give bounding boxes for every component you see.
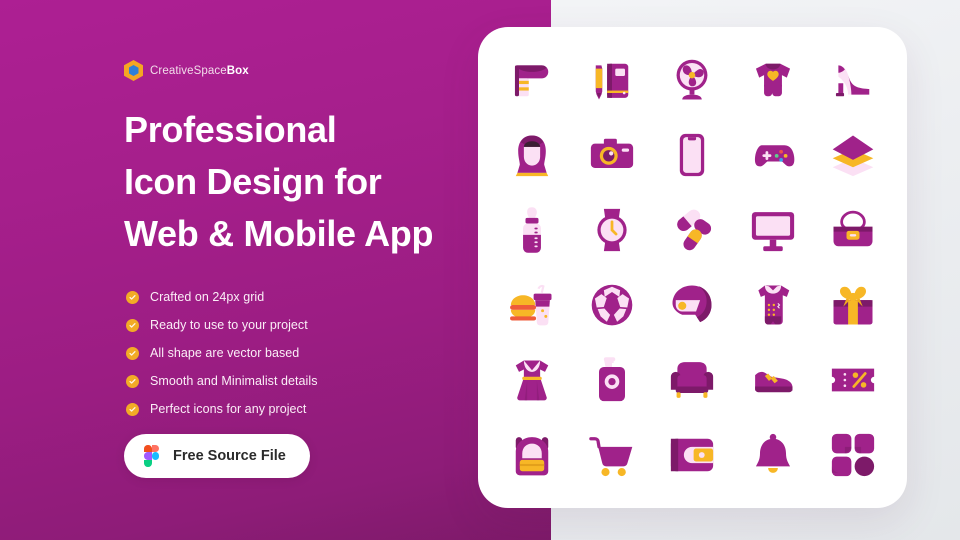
brand-name: CreativeSpaceBox xyxy=(150,65,249,77)
hijab-woman-icon xyxy=(515,135,549,177)
page-title: Professional Icon Design for Web & Mobil… xyxy=(124,104,524,260)
icon-cell-soap-dispenser[interactable] xyxy=(572,342,652,417)
icon-cell-hair-dryer[interactable] xyxy=(492,43,572,118)
layers-icon xyxy=(832,135,874,177)
icon-cell-game-controller[interactable] xyxy=(733,118,813,193)
feature-list: Crafted on 24px grid Ready to use to you… xyxy=(126,283,318,423)
icon-cell-wristwatch[interactable] xyxy=(572,193,652,268)
icon-cell-notification-bell[interactable] xyxy=(733,417,813,492)
check-circle-icon xyxy=(126,318,139,332)
icon-cell-table-fan[interactable] xyxy=(652,43,732,118)
list-item: Ready to use to your project xyxy=(126,311,318,339)
gift-box-icon xyxy=(833,286,873,325)
icon-cell-dress[interactable] xyxy=(492,342,572,417)
check-circle-icon xyxy=(126,346,139,360)
icon-cell-burger-drink[interactable] xyxy=(492,268,572,343)
notification-bell-icon xyxy=(755,433,790,473)
feature-label: Smooth and Minimalist details xyxy=(150,374,318,388)
headline-line-3: Web & Mobile App xyxy=(124,213,434,254)
high-heel-shoe-icon xyxy=(835,65,870,97)
feature-label: All shape are vector based xyxy=(150,346,300,360)
wristwatch-icon xyxy=(597,208,627,252)
smartphone-icon xyxy=(680,134,705,177)
icon-cell-smartphone[interactable] xyxy=(652,118,732,193)
notebook-pencil-icon xyxy=(596,64,629,100)
headline-line-1: Professional xyxy=(124,109,337,150)
icon-cell-soccer-ball[interactable] xyxy=(572,268,652,343)
check-circle-icon xyxy=(126,290,139,304)
safety-vest-icon xyxy=(758,285,789,325)
brand-name-bold: Box xyxy=(226,64,249,77)
icon-cell-hijab-woman[interactable] xyxy=(492,118,572,193)
icon-showcase-card xyxy=(478,27,907,508)
armchair-icon xyxy=(671,361,714,398)
icon-cell-layers[interactable] xyxy=(813,118,893,193)
icon-cell-discount-ticket[interactable] xyxy=(813,342,893,417)
icon-cell-medicine-capsules[interactable] xyxy=(652,193,732,268)
brand-name-light: CreativeSpace xyxy=(150,64,227,77)
handbag-icon xyxy=(833,210,873,247)
check-circle-icon xyxy=(126,402,139,416)
apps-grid-icon xyxy=(831,433,875,476)
baby-bottle-icon xyxy=(523,207,542,253)
icon-cell-gift-box[interactable] xyxy=(813,268,893,343)
icon-cell-shopping-cart[interactable] xyxy=(572,417,652,492)
soap-dispenser-icon xyxy=(599,356,626,401)
feature-label: Ready to use to your project xyxy=(150,318,308,332)
table-fan-icon xyxy=(677,60,708,100)
monitor-screen-icon xyxy=(751,212,794,252)
icon-cell-backpack[interactable] xyxy=(492,417,572,492)
discount-ticket-icon xyxy=(831,368,875,392)
brand-logo: CreativeSpaceBox xyxy=(124,60,249,81)
wallet-icon xyxy=(671,438,714,471)
soccer-ball-icon xyxy=(591,284,633,326)
feature-label: Crafted on 24px grid xyxy=(150,290,265,304)
check-circle-icon xyxy=(126,374,139,388)
icon-cell-handbag[interactable] xyxy=(813,193,893,268)
cta-label: Free Source File xyxy=(173,448,286,464)
backpack-icon xyxy=(515,436,549,475)
icon-cell-baby-bottle[interactable] xyxy=(492,193,572,268)
icon-grid xyxy=(478,27,907,508)
dress-icon xyxy=(515,360,549,401)
photo-camera-icon xyxy=(591,138,634,169)
figma-logo-icon xyxy=(144,445,160,468)
icon-cell-wallet[interactable] xyxy=(652,417,732,492)
list-item: Smooth and Minimalist details xyxy=(126,367,318,395)
icon-cell-high-heel-shoe[interactable] xyxy=(813,43,893,118)
icon-cell-motorcycle-helmet[interactable] xyxy=(652,268,732,343)
icon-cell-dress-shoe[interactable] xyxy=(733,342,813,417)
feature-label: Perfect icons for any project xyxy=(150,402,307,416)
icon-cell-photo-camera[interactable] xyxy=(572,118,652,193)
motorcycle-helmet-icon xyxy=(672,285,712,322)
list-item: Perfect icons for any project xyxy=(126,395,318,423)
list-item: All shape are vector based xyxy=(126,339,318,367)
shopping-cart-icon xyxy=(589,436,633,476)
hair-dryer-icon xyxy=(515,65,549,97)
icon-cell-apps-grid[interactable] xyxy=(813,417,893,492)
burger-drink-icon xyxy=(510,284,552,326)
hexagon-cube-logo-icon xyxy=(124,60,143,81)
icon-cell-monitor-screen[interactable] xyxy=(733,193,813,268)
baby-onesie-icon xyxy=(755,64,790,97)
game-controller-icon xyxy=(754,145,795,167)
list-item: Crafted on 24px grid xyxy=(126,283,318,311)
icon-cell-safety-vest[interactable] xyxy=(733,268,813,343)
headline-line-2: Icon Design for xyxy=(124,161,382,202)
icon-cell-armchair[interactable] xyxy=(652,342,732,417)
dress-shoe-icon xyxy=(754,371,793,392)
medicine-capsules-icon xyxy=(677,209,712,251)
icon-cell-baby-onesie[interactable] xyxy=(733,43,813,118)
free-source-file-button[interactable]: Free Source File xyxy=(124,434,310,478)
icon-cell-notebook-pencil[interactable] xyxy=(572,43,652,118)
